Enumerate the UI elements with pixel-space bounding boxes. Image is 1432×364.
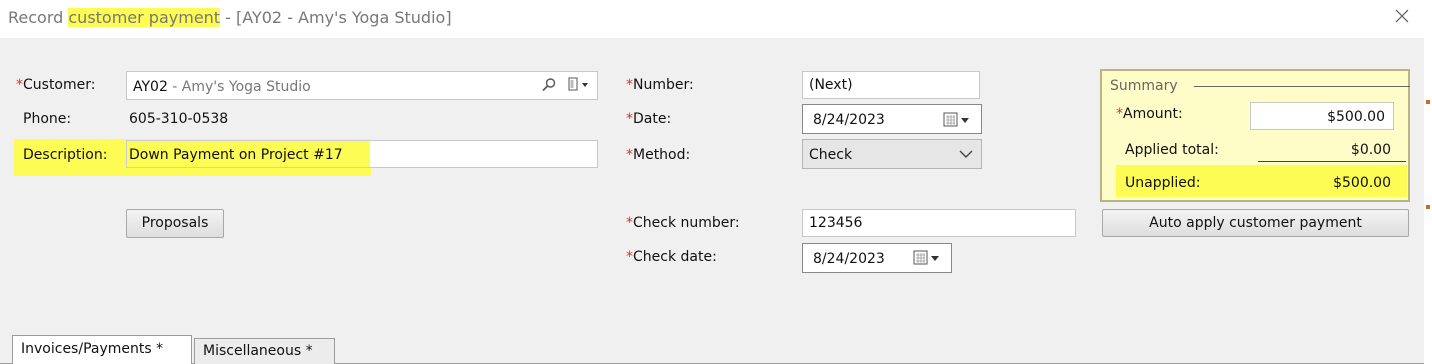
title-prefix: Record xyxy=(8,8,69,27)
check-date-field[interactable]: 8/24/2023 xyxy=(802,243,952,273)
applied-total-value: $0.00 xyxy=(1350,142,1391,158)
calendar-icon[interactable] xyxy=(913,250,949,266)
method-select[interactable]: Check xyxy=(802,139,982,169)
edge-marker xyxy=(1426,205,1430,209)
calendar-icon[interactable] xyxy=(943,112,979,128)
chevron-down-icon[interactable] xyxy=(959,149,973,159)
amount-label: *Amount: xyxy=(1116,106,1183,122)
amount-value: $500.00 xyxy=(1327,109,1385,125)
total-divider xyxy=(1258,161,1406,162)
lookup-menu-icon[interactable] xyxy=(567,76,595,94)
title-suffix: - [AY02 - Amy's Yoga Studio] xyxy=(220,8,452,27)
date-label: *Date: xyxy=(626,111,672,127)
phone-label: Phone: xyxy=(23,111,72,127)
number-label: *Number: xyxy=(626,77,694,93)
method-label: *Method: xyxy=(626,147,691,163)
customer-name: - Amy's Yoga Studio xyxy=(167,79,311,95)
tab-miscellaneous[interactable]: Miscellaneous * xyxy=(194,338,335,364)
check-date-value: 8/24/2023 xyxy=(813,251,885,267)
description-field-tail[interactable] xyxy=(370,140,598,168)
check-number-value: 123456 xyxy=(809,215,863,231)
date-value: 8/24/2023 xyxy=(813,112,885,128)
description-value: Down Payment on Project #17 xyxy=(129,147,343,163)
scroll-edge xyxy=(1424,0,1432,364)
customer-value: AY02 - Amy's Yoga Studio xyxy=(133,78,311,96)
amount-field[interactable]: $500.00 xyxy=(1250,102,1394,130)
phone-value: 605-310-0538 xyxy=(129,111,229,127)
auto-apply-button[interactable]: Auto apply customer payment xyxy=(1102,209,1409,237)
check-number-label: *Check number: xyxy=(626,215,740,231)
method-value: Check xyxy=(809,147,853,163)
search-icon[interactable] xyxy=(541,77,557,93)
close-icon[interactable] xyxy=(1392,6,1412,26)
tab-invoices-payments[interactable]: Invoices/Payments * xyxy=(12,335,192,364)
summary-title: Summary xyxy=(1110,78,1178,94)
edge-marker xyxy=(1426,100,1430,104)
customer-label: *Customer: xyxy=(16,77,96,93)
check-date-label: *Check date: xyxy=(626,249,717,265)
unapplied-label: Unapplied: xyxy=(1125,175,1201,191)
summary-group: Summary *Amount: $500.00 Applied total: … xyxy=(1100,69,1410,202)
check-number-field[interactable]: 123456 xyxy=(802,209,1076,237)
description-label: Description: xyxy=(23,147,108,163)
summary-rule xyxy=(1194,86,1410,87)
customer-field[interactable]: AY02 - Amy's Yoga Studio xyxy=(126,71,598,100)
number-value: (Next) xyxy=(809,77,853,93)
number-field[interactable]: (Next) xyxy=(802,71,980,99)
window-title: Record customer payment - [AY02 - Amy's … xyxy=(8,8,452,28)
unapplied-value: $500.00 xyxy=(1333,175,1391,191)
window-titlebar: Record customer payment - [AY02 - Amy's … xyxy=(0,0,1432,38)
proposals-button[interactable]: Proposals xyxy=(126,209,224,238)
title-highlight: customer payment xyxy=(68,8,221,27)
applied-total-label: Applied total: xyxy=(1125,142,1219,158)
date-field[interactable]: 8/24/2023 xyxy=(802,104,982,134)
customer-code: AY02 xyxy=(133,79,168,95)
